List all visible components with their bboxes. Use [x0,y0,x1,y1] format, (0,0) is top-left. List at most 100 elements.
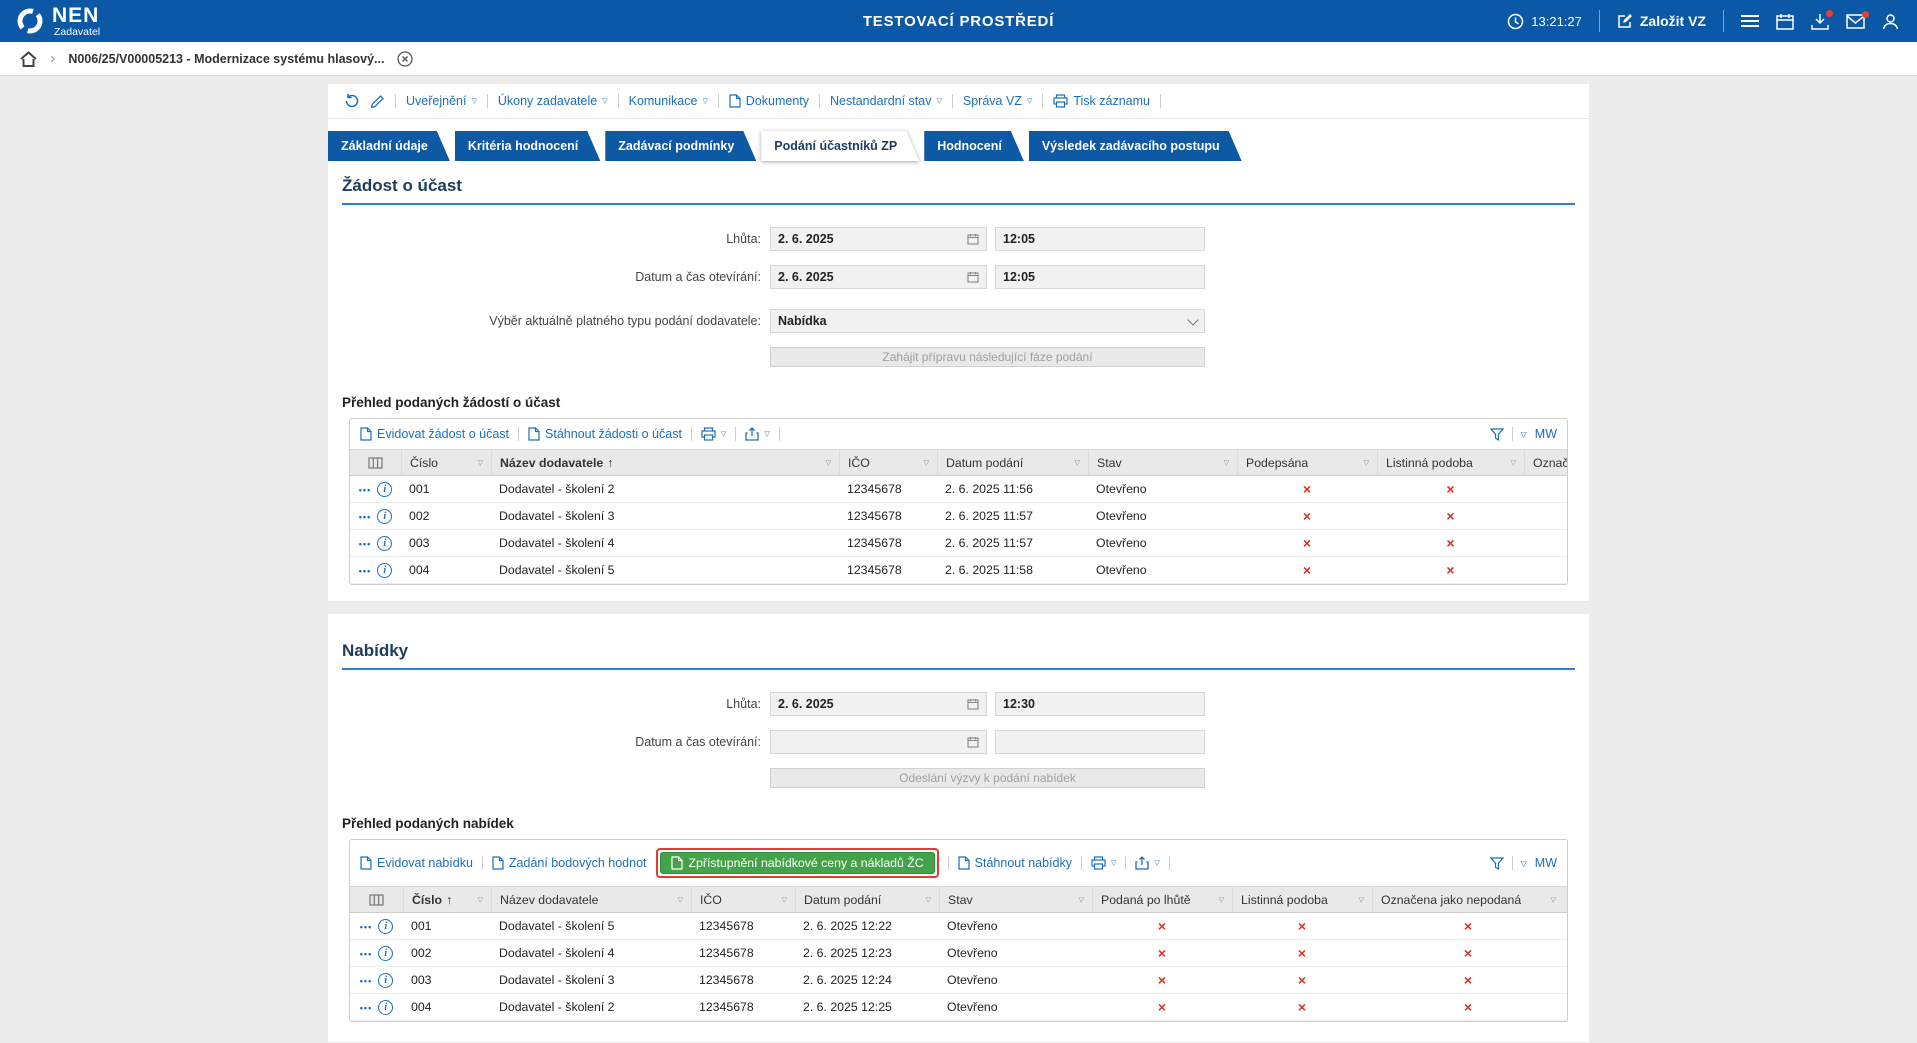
messages-icon[interactable] [1846,14,1865,29]
nabidky-otevirani-date-field[interactable] [770,730,987,754]
downloads-icon[interactable] [1811,13,1829,30]
dropdown-caret-icon[interactable]: ▽ [1521,430,1527,439]
table-row[interactable]: 002 Dodavatel - školení 3 12345678 2. 6.… [350,503,1567,530]
menu-icon[interactable] [1741,15,1759,27]
calendar-icon[interactable] [1776,13,1794,30]
row-menu-icon[interactable] [360,919,372,933]
menu-sprava-vz[interactable]: Správa VZ▽ [963,94,1032,108]
header-ico[interactable]: IČO▽ [691,887,795,912]
row-menu-icon[interactable] [360,946,372,960]
otevirani-time-field[interactable]: 12:05 [995,265,1205,289]
filter-caret-icon[interactable]: ▽ [472,896,483,904]
nabidky-lhuta-date-field[interactable]: 2. 6. 2025 [770,692,987,716]
column-settings-header[interactable] [350,887,403,912]
filter-caret-icon[interactable]: ▽ [820,459,831,467]
header-listinna-podoba[interactable]: Listinná podoba▽ [1377,450,1524,475]
table-row[interactable]: 001 Dodavatel - školení 5 12345678 2. 6.… [350,913,1567,940]
zadani-bodovych-hodnot-link[interactable]: Zadání bodových hodnot [492,856,647,870]
zpristupneni-ceny-button[interactable]: Zpřístupnění nabídkové ceny a nákladů ŽC [660,852,935,874]
header-stav[interactable]: Stav▽ [939,887,1092,912]
info-icon[interactable] [378,946,393,961]
menu-uverejneni[interactable]: Uveřejnění▽ [406,94,477,108]
row-menu-icon[interactable] [359,509,371,523]
header-cislo[interactable]: Číslo↑▽ [403,887,491,912]
menu-dokumenty[interactable]: Dokumenty [729,94,809,108]
close-record-icon[interactable] [397,51,413,67]
table-row[interactable]: 003 Dodavatel - školení 4 12345678 2. 6.… [350,530,1567,557]
nabidky-lhuta-time-field[interactable]: 12:30 [995,692,1205,716]
row-menu-icon[interactable] [359,536,371,550]
info-icon[interactable] [377,509,392,524]
info-icon[interactable] [377,536,392,551]
breadcrumb-record-link[interactable]: N006/25/V00005213 - Modernizace systému … [68,52,384,66]
history-icon[interactable] [344,93,360,109]
odeslani-vyzvy-button[interactable]: Odeslání výzvy k podání nabídek [770,768,1205,788]
calendar-small-icon[interactable] [967,271,979,283]
zahajit-pripravu-button[interactable]: Zahájit přípravu následující fáze podání [770,347,1205,367]
home-icon[interactable] [20,51,37,67]
calendar-small-icon[interactable] [967,233,979,245]
header-datum-podani[interactable]: Datum podání▽ [937,450,1088,475]
info-icon[interactable] [377,563,392,578]
dropdown-caret-icon[interactable]: ▽ [1521,859,1527,868]
column-settings-header[interactable] [350,450,401,475]
stahnout-zadosti-link[interactable]: Stáhnout žádosti o účast [528,427,682,441]
filter-caret-icon[interactable]: ▽ [1505,459,1516,467]
otevirani-date-field[interactable]: 2. 6. 2025 [770,265,987,289]
lhuta-date-field[interactable]: 2. 6. 2025 [770,227,987,251]
row-menu-icon[interactable] [360,973,372,987]
lhuta-time-field[interactable]: 12:05 [995,227,1205,251]
print-table-button[interactable]: ▽ [701,427,726,441]
header-oznacena[interactable]: Označe [1524,450,1568,475]
tab-zadavaci-podminky[interactable]: Zadávací podmínky [605,131,756,161]
table-row[interactable]: 004 Dodavatel - školení 2 12345678 2. 6.… [350,994,1567,1021]
header-listinna-podoba[interactable]: Listinná podoba▽ [1232,887,1372,912]
print-table-button[interactable]: ▽ [1091,856,1116,870]
filter-icon[interactable] [1490,857,1504,870]
tab-kriteria-hodnoceni[interactable]: Kritéria hodnocení [455,131,600,161]
table-row[interactable]: 002 Dodavatel - školení 4 12345678 2. 6.… [350,940,1567,967]
evidovat-zadost-link[interactable]: Evidovat žádost o účast [360,427,509,441]
filter-caret-icon[interactable]: ▽ [1218,459,1229,467]
tab-zakladni-udaje[interactable]: Základní údaje [328,131,450,161]
tab-hodnoceni[interactable]: Hodnocení [924,131,1024,161]
filter-caret-icon[interactable]: ▽ [1213,896,1224,904]
mw-view-link[interactable]: MW [1535,856,1557,870]
info-icon[interactable] [378,1000,393,1015]
menu-nestandardni-stav[interactable]: Nestandardní stav▽ [830,94,942,108]
header-cislo[interactable]: Číslo▽ [401,450,491,475]
filter-caret-icon[interactable]: ▽ [1358,459,1369,467]
filter-caret-icon[interactable]: ▽ [920,896,931,904]
user-icon[interactable] [1882,13,1899,30]
info-icon[interactable] [378,973,393,988]
calendar-small-icon[interactable] [967,736,979,748]
edit-icon[interactable] [370,94,385,109]
header-oznacena-jako-nepodana[interactable]: Označena jako nepodaná▽ [1372,887,1564,912]
mw-view-link[interactable]: MW [1535,427,1557,441]
filter-caret-icon[interactable]: ▽ [672,896,683,904]
header-stav[interactable]: Stav▽ [1088,450,1237,475]
table-row[interactable]: 003 Dodavatel - školení 3 12345678 2. 6.… [350,967,1567,994]
export-table-button[interactable]: ▽ [1135,856,1159,870]
filter-caret-icon[interactable]: ▽ [472,459,483,467]
header-podana-po-lhute[interactable]: Podaná po lhůtě▽ [1092,887,1232,912]
nen-logo[interactable]: NEN Zadavatel [16,5,100,38]
filter-caret-icon[interactable]: ▽ [1073,896,1084,904]
filter-caret-icon[interactable]: ▽ [1069,459,1080,467]
row-menu-icon[interactable] [359,563,371,577]
filter-caret-icon[interactable]: ▽ [1353,896,1364,904]
filter-caret-icon[interactable]: ▽ [918,459,929,467]
menu-komunikace[interactable]: Komunikace▽ [629,94,708,108]
tab-podani-ucastniku-zp[interactable]: Podání účastníků ZP [761,131,919,161]
table-row[interactable]: 001 Dodavatel - školení 2 12345678 2. 6.… [350,476,1567,503]
header-ico[interactable]: IČO▽ [839,450,937,475]
export-table-button[interactable]: ▽ [745,427,769,441]
row-menu-icon[interactable] [360,1000,372,1014]
calendar-small-icon[interactable] [967,698,979,710]
menu-ukony-zadavatele[interactable]: Úkony zadavatele▽ [498,94,608,108]
info-icon[interactable] [378,919,393,934]
header-nazev-dodavatele[interactable]: Název dodavatele▽ [491,887,691,912]
stahnout-nabidky-link[interactable]: Stáhnout nabídky [958,856,1072,870]
filter-caret-icon[interactable]: ▽ [1545,896,1556,904]
typ-podani-select[interactable]: Nabídka [770,309,1205,333]
